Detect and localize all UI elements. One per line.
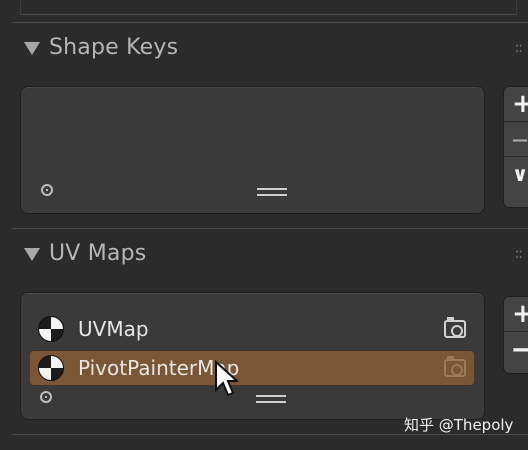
add-shape-key-button[interactable]: + — [504, 87, 528, 122]
shape-keys-side-buttons: + — ∨ — [503, 86, 528, 208]
remove-shape-key-button[interactable]: — — [504, 122, 528, 157]
watermark-text: 知乎 @Thepoly — [404, 416, 514, 434]
shape-keys-title: Shape Keys — [49, 34, 179, 60]
add-uv-map-button[interactable]: + — [504, 297, 528, 332]
previous-panel-bottom — [20, 0, 517, 15]
list-resize-handle[interactable] — [256, 395, 286, 405]
drag-grip-icon[interactable]: :: — [515, 246, 524, 262]
remove-uv-map-button[interactable]: — — [504, 332, 528, 366]
uv-checker-icon — [38, 316, 64, 342]
panel-divider — [12, 228, 528, 229]
shape-keys-list[interactable] — [20, 86, 485, 214]
drag-grip-icon[interactable]: :: — [515, 40, 524, 56]
uv-maps-title: UV Maps — [49, 240, 147, 266]
uv-maps-side-buttons: + — — [503, 296, 528, 374]
panel-divider — [12, 22, 528, 23]
uv-map-row[interactable]: UVMap — [30, 312, 474, 346]
uv-map-row-active[interactable]: PivotPainterMap — [30, 351, 474, 385]
mouse-pointer-icon — [215, 360, 238, 397]
uv-map-name: UVMap — [78, 317, 149, 341]
active-render-camera-icon[interactable] — [444, 317, 466, 338]
uv-checker-icon — [38, 355, 64, 381]
collapse-triangle-icon[interactable] — [24, 41, 40, 55]
shape-keys-header[interactable]: Shape Keys — [24, 32, 178, 62]
shape-key-specials-button[interactable]: ∨ — [504, 157, 528, 191]
list-filter-icon[interactable] — [41, 184, 53, 196]
active-render-camera-icon[interactable] — [444, 356, 466, 377]
list-filter-icon[interactable] — [40, 391, 52, 403]
collapse-triangle-icon[interactable] — [24, 247, 40, 261]
list-resize-handle[interactable] — [257, 188, 287, 198]
uv-maps-header[interactable]: UV Maps — [24, 238, 146, 268]
